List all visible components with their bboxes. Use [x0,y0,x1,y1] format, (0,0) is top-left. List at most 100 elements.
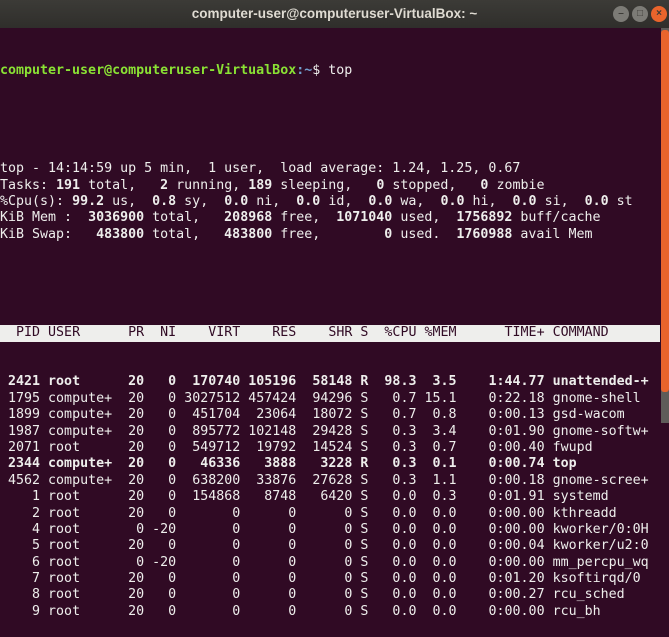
cell-state: S [360,325,369,341]
cell-ni: 0 [152,489,177,505]
cell-pr: 20 [120,571,145,587]
process-table-header: PID USER PR NI VIRT RES SHR S %CPU %MEM … [0,325,660,342]
summary-text: 208968 [216,210,273,226]
cell-pr: 20 [120,456,145,472]
table-row[interactable]: 1 root 20 0 154868 8748 6420 S 0.0 0.3 0… [0,489,660,505]
summary-text: 0.0 [296,194,321,209]
cell-virt: 0 [184,538,241,554]
table-row[interactable]: 1987 compute+ 20 0 895772 102148 29428 S… [0,424,660,440]
cell-command: systemd [552,489,609,505]
scrollbar-thumb[interactable] [661,30,669,392]
cell-cpu: 0.0 [376,505,417,521]
cell-cpu: 0.3 [376,439,417,455]
table-row[interactable]: 2344 compute+ 20 0 46336 3888 3228 R 0.3… [0,456,660,472]
cell-shr: 58148 [304,374,353,390]
cell-cpu: 0.0 [376,521,417,537]
cell-ni: NI [152,325,177,341]
cell-user: compute+ [48,407,113,423]
cell-mem: 0.0 [424,587,457,603]
table-row[interactable]: 9 root 20 0 0 0 0 S 0.0 0.0 0:00.00 rcu_… [0,604,660,620]
cell-pr: 20 [120,407,145,423]
table-row[interactable]: 2421 root 20 0 170740 105196 58148 R 98.… [0,374,660,390]
cell-cpu: 0.0 [376,603,417,619]
prompt-path: :~ [296,62,313,78]
scrollbar[interactable] [661,28,669,423]
cell-state: S [360,439,369,455]
cell-cpu: 0.0 [376,489,417,505]
table-row[interactable]: 7 root 20 0 0 0 0 S 0.0 0.0 0:01.20 ksof… [0,571,660,587]
summary-text: KiB Mem : [0,210,81,226]
cell-shr: 0 [304,505,353,521]
cell-pid: 9 [0,603,41,619]
cell-ni: 0 [152,407,177,423]
table-row[interactable]: 1899 compute+ 20 0 451704 23064 18072 S … [0,407,660,423]
summary-line: top - 14:14:59 up 5 min, 1 user, load av… [0,161,660,177]
summary-text: 1071040 [336,210,393,226]
cell-cpu: 0.0 [376,538,417,554]
cell-time: 0:00.27 [464,587,545,603]
cell-ni: 0 [152,603,177,619]
cell-command: gnome-scree+ [552,472,649,488]
cell-ni: 0 [152,587,177,603]
prompt-line: computer-user@computeruser-VirtualBox:~$… [0,63,660,79]
cell-user: root [48,521,113,537]
cell-pr: 20 [120,603,145,619]
table-row[interactable]: 1795 compute+ 20 0 3027512 457424 94296 … [0,391,660,407]
cell-mem: 0.0 [424,538,457,554]
summary-text: total, [144,226,217,242]
cell-res: 0 [248,603,297,619]
prompt-symbol: $ [312,62,329,78]
cell-pid: 1 [0,489,41,505]
cell-pid: PID [0,325,41,341]
cell-ni: 0 [152,439,177,455]
summary-text: stopped, [384,177,481,193]
cell-pid: 4 [0,521,41,537]
terminal-output[interactable]: computer-user@computeruser-VirtualBox:~$… [0,30,660,637]
cell-state: S [360,587,369,603]
prompt-user-host: computer-user@computeruser-VirtualBox [0,62,297,78]
cell-shr: 6420 [304,489,353,505]
cell-res: 8748 [248,489,297,505]
cell-res: 102148 [248,423,297,439]
cell-res: 0 [248,505,297,521]
summary-text: 483800 [216,226,273,242]
summary-line: %Cpu(s): 99.2 us, 0.8 sy, 0.0 ni, 0.0 id… [0,194,660,210]
cell-command: kworker/u2:0 [552,538,649,554]
summary-text: si, [536,194,585,209]
cell-virt: VIRT [184,325,241,341]
summary-text: 191 [56,177,81,193]
table-row[interactable]: 8 root 20 0 0 0 0 S 0.0 0.0 0:00.27 rcu_… [0,587,660,603]
process-table: 2421 root 20 0 170740 105196 58148 R 98.… [0,374,660,620]
cell-time: 0:01.20 [464,571,545,587]
close-button[interactable]: × [651,6,667,22]
table-row[interactable]: 6 root 0 -20 0 0 0 S 0.0 0.0 0:00.00 mm_… [0,555,660,571]
cell-time: 0:01.90 [464,423,545,439]
cell-res: 23064 [248,407,297,423]
minimize-button[interactable]: – [613,6,629,22]
cell-command: ksoftirqd/0 [552,571,641,587]
cell-command: rcu_sched [552,587,625,603]
cell-user: root [48,489,113,505]
table-row[interactable]: 4 root 0 -20 0 0 0 S 0.0 0.0 0:00.00 kwo… [0,522,660,538]
cell-time: TIME+ [464,325,545,341]
summary-text: 0.0 [440,194,465,209]
summary-text: 1760988 [456,226,513,242]
table-row[interactable]: 4562 compute+ 20 0 638200 33876 27628 S … [0,473,660,489]
cell-state: S [360,538,369,554]
cell-time: 0:00.00 [464,505,545,521]
table-row[interactable]: 2 root 20 0 0 0 0 S 0.0 0.0 0:00.00 kthr… [0,506,660,522]
cell-pr: 20 [120,489,145,505]
cell-time: 0:00.13 [464,407,545,423]
maximize-button[interactable]: □ [632,6,648,22]
cell-mem: 0.0 [424,554,457,570]
cell-command: kworker/0:0H [552,521,649,537]
table-row[interactable]: 2071 root 20 0 549712 19792 14524 S 0.3 … [0,440,660,456]
cell-res: 19792 [248,439,297,455]
cell-mem: %MEM [424,325,457,341]
cell-time: 0:00.18 [464,472,545,488]
cell-mem: 0.8 [424,407,457,423]
cell-shr: 27628 [304,472,353,488]
table-row[interactable]: 5 root 20 0 0 0 0 S 0.0 0.0 0:00.04 kwor… [0,538,660,554]
